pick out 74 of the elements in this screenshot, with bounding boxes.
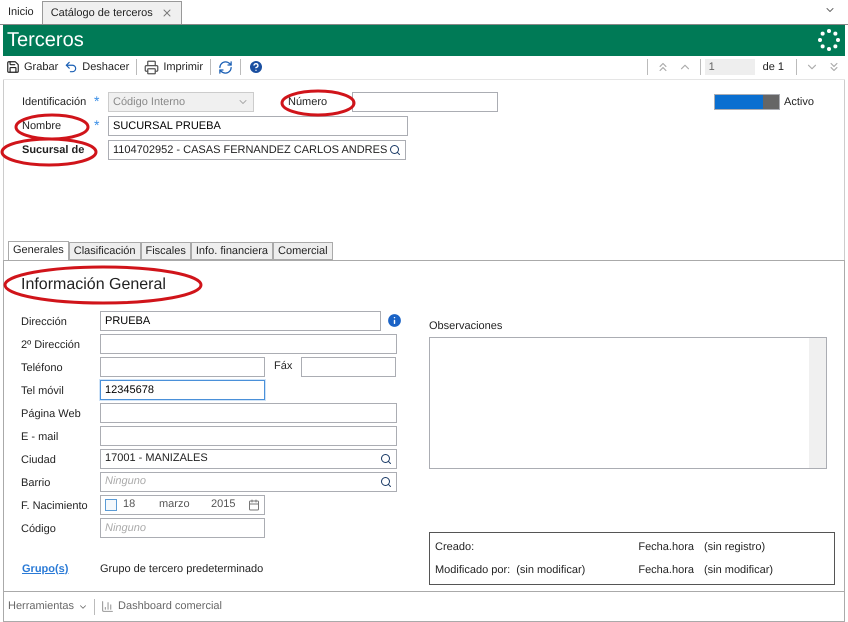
toolbar-button[interactable]: Grabar bbox=[3, 57, 62, 78]
date-field[interactable]: 18 marzo 2015 bbox=[100, 494, 265, 515]
loading-icon bbox=[817, 28, 841, 52]
field-label: Nombre bbox=[22, 120, 62, 132]
record-number-field[interactable]: 1 bbox=[704, 59, 755, 76]
active-label: Activo bbox=[784, 94, 814, 110]
field-label: F. Nacimiento bbox=[21, 499, 89, 514]
audit-value: (sin modificar) bbox=[704, 562, 774, 578]
date-checkbox[interactable] bbox=[105, 498, 117, 511]
field-label: Código bbox=[21, 522, 57, 538]
document-tab[interactable]: Inicio bbox=[0, 0, 42, 24]
text-field[interactable]: PRUEBA bbox=[100, 310, 381, 331]
branch-lookup-field[interactable]: 1104702952 - CASAS FERNANDEZ CARLOS ANDRES bbox=[108, 140, 406, 160]
audit-label: Creado: bbox=[435, 540, 474, 556]
field-label: Sucursal de bbox=[22, 144, 84, 156]
name-field[interactable]: SUCURSAL PRUEBA bbox=[108, 116, 408, 136]
section-tab[interactable]: Info. financiera bbox=[190, 242, 274, 260]
audit-label: Fecha.hora bbox=[638, 562, 694, 578]
groups-value: Grupo de tercero predeterminado bbox=[100, 562, 264, 577]
active-toggle[interactable] bbox=[714, 94, 780, 110]
close-icon[interactable] bbox=[160, 6, 173, 19]
text-field[interactable]: Ninguno bbox=[100, 518, 265, 538]
record-total: de 1 bbox=[762, 60, 784, 76]
page-title: Terceros bbox=[7, 28, 84, 54]
text-field[interactable] bbox=[100, 426, 397, 446]
dashboard-button[interactable]: Dashboard comercial bbox=[101, 598, 222, 615]
lookup-field[interactable]: 17001 - MANIZALES bbox=[100, 448, 397, 469]
audit-value: (sin registro) bbox=[704, 540, 766, 556]
search-icon[interactable] bbox=[389, 144, 401, 156]
refresh-icon bbox=[218, 60, 234, 75]
search-icon[interactable] bbox=[380, 476, 392, 488]
audit-value: (sin modificar) bbox=[516, 562, 586, 578]
required-asterisk: * bbox=[94, 116, 100, 136]
field-label: Dirección bbox=[21, 315, 68, 330]
fax-field[interactable] bbox=[301, 356, 396, 377]
section-title: Información General bbox=[21, 274, 166, 295]
toolbar-button[interactable]: Imprimir bbox=[141, 57, 206, 78]
field-label: Fáx bbox=[274, 359, 292, 374]
save-icon bbox=[6, 60, 20, 74]
tools-menu[interactable]: Herramientas bbox=[8, 598, 88, 615]
toolbar-button[interactable]: Deshacer bbox=[61, 57, 132, 78]
field-label: E - mail bbox=[21, 430, 60, 446]
groups-link[interactable]: Grupo(s) bbox=[22, 560, 100, 578]
text-field[interactable] bbox=[100, 334, 397, 354]
text-field[interactable] bbox=[100, 402, 397, 423]
number-field[interactable] bbox=[352, 92, 498, 112]
text-field[interactable]: 12345678 bbox=[100, 380, 265, 400]
info-icon[interactable] bbox=[386, 312, 403, 330]
field-label: Ciudad bbox=[21, 453, 57, 468]
notes-textarea[interactable] bbox=[429, 337, 827, 470]
required-asterisk: * bbox=[94, 92, 100, 112]
section-tab[interactable]: Clasificación bbox=[68, 242, 141, 260]
notes-label: Observaciones bbox=[429, 318, 504, 334]
chart-icon bbox=[101, 600, 114, 614]
field-label: Página Web bbox=[21, 407, 82, 422]
search-icon[interactable] bbox=[380, 452, 392, 465]
scrollbar[interactable] bbox=[809, 338, 826, 468]
text-field[interactable] bbox=[100, 356, 265, 377]
section-tab[interactable]: Generales bbox=[8, 240, 69, 261]
field-label: Barrio bbox=[21, 476, 52, 492]
printer-icon bbox=[144, 60, 160, 75]
calendar-icon[interactable] bbox=[248, 498, 260, 511]
document-tab[interactable]: Catálogo de terceros bbox=[42, 0, 182, 24]
audit-label: Modificado por: bbox=[435, 562, 510, 578]
section-tab[interactable]: Fiscales bbox=[140, 242, 191, 260]
field-label: Teléfono bbox=[21, 361, 64, 376]
field-label: 2º Dirección bbox=[21, 338, 82, 354]
audit-label: Fecha.hora bbox=[638, 540, 694, 556]
undo-icon bbox=[64, 60, 78, 74]
field-label: Número bbox=[288, 96, 328, 108]
help-icon bbox=[248, 59, 264, 76]
section-tab[interactable]: Comercial bbox=[273, 242, 333, 260]
field-label: Identificación bbox=[22, 94, 88, 110]
field-label: Tel móvil bbox=[21, 384, 65, 400]
